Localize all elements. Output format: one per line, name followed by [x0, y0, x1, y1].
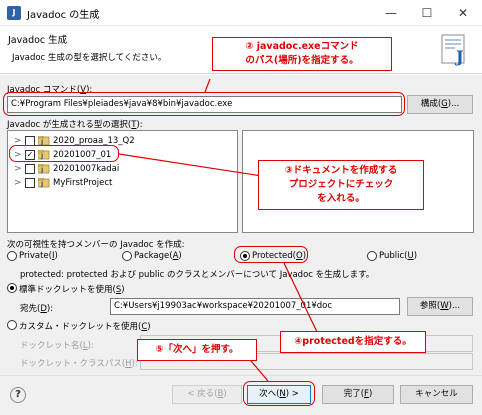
project-highlight-ring: [9, 145, 119, 162]
finish-button[interactable]: 完了(F): [322, 385, 394, 404]
wizard-title: Javadoc 生成: [8, 35, 68, 46]
package-radio[interactable]: [122, 251, 132, 261]
standard-doclet-radio[interactable]: [7, 283, 17, 293]
destination-input[interactable]: C:¥Users¥j19903ac¥workspace¥20201007_01¥…: [110, 298, 400, 315]
doclet-classpath-label: ドックレット・クラスパス(H):: [20, 359, 138, 369]
browse-button[interactable]: 参照(W)...: [407, 297, 473, 316]
close-button[interactable]: ✕: [448, 3, 478, 23]
types-label: Javadoc が生成される型の選択(T):: [7, 120, 143, 130]
java-project-icon: J: [38, 164, 50, 174]
command-highlight-ring: [3, 92, 405, 116]
project-name: MyFirstProject: [53, 178, 113, 188]
title-bar: J Javadoc の生成 — ☐ ✕: [0, 0, 482, 26]
wizard-description: Javadoc 生成の型を選択してください。: [12, 53, 167, 63]
window-title: Javadoc の生成: [27, 10, 100, 21]
svg-text:J: J: [454, 47, 464, 66]
javadoc-wizard-icon: J: [441, 34, 465, 66]
step2-callout: ② javadoc.exeコマンド のパス(場所)を指定する。: [212, 37, 392, 71]
visibility-description: protected: protected および public のクラスとメンバ…: [20, 270, 375, 280]
protected-highlight-ring: [234, 246, 308, 263]
custom-doclet-label[interactable]: カスタム・ドックレットを使用(C): [19, 320, 151, 332]
private-radio[interactable]: [7, 251, 17, 261]
public-radio[interactable]: [367, 251, 377, 261]
expand-chevron-icon[interactable]: >: [14, 162, 22, 176]
project-checkbox[interactable]: [25, 178, 35, 188]
step4-callout: ④protectedを指定する。: [280, 331, 426, 353]
tree-item-project[interactable]: > J 20201007kadai: [8, 162, 237, 176]
svg-text:J: J: [40, 167, 43, 174]
doclet-name-label: ドックレット名(L):: [20, 341, 94, 351]
expand-chevron-icon[interactable]: >: [14, 176, 22, 190]
svg-text:J: J: [40, 181, 43, 188]
visibility-label: 次の可視性を持つメンバーの Javadoc を作成:: [7, 240, 185, 250]
standard-doclet-label[interactable]: 標準ドックレットを使用(S): [19, 283, 125, 295]
help-icon[interactable]: ?: [10, 387, 26, 403]
maximize-button[interactable]: ☐: [412, 3, 442, 23]
back-button[interactable]: < 戻る(B): [172, 385, 242, 404]
minimize-button[interactable]: —: [376, 3, 406, 23]
configure-button[interactable]: 構成(G)...: [407, 95, 473, 114]
step3-callout: ③ドキュメントを作成する プロジェクトにチェック を入れる。: [258, 160, 424, 210]
project-name: 20201007kadai: [53, 164, 120, 174]
eclipse-app-icon: J: [7, 6, 21, 20]
public-label[interactable]: Public(U): [379, 251, 417, 261]
destination-label: 宛先(D):: [20, 304, 54, 314]
cancel-button[interactable]: キャンセル: [400, 385, 473, 404]
next-highlight-ring: [243, 381, 315, 406]
step5-callout: ⑤「次へ」を押す。: [137, 339, 257, 361]
private-label[interactable]: Private(I): [19, 251, 58, 261]
java-project-icon: J: [38, 178, 50, 188]
custom-doclet-radio[interactable]: [7, 320, 17, 330]
tree-item-project[interactable]: > J MyFirstProject: [8, 176, 237, 190]
project-checkbox[interactable]: [25, 164, 35, 174]
package-label[interactable]: Package(A): [134, 251, 182, 261]
